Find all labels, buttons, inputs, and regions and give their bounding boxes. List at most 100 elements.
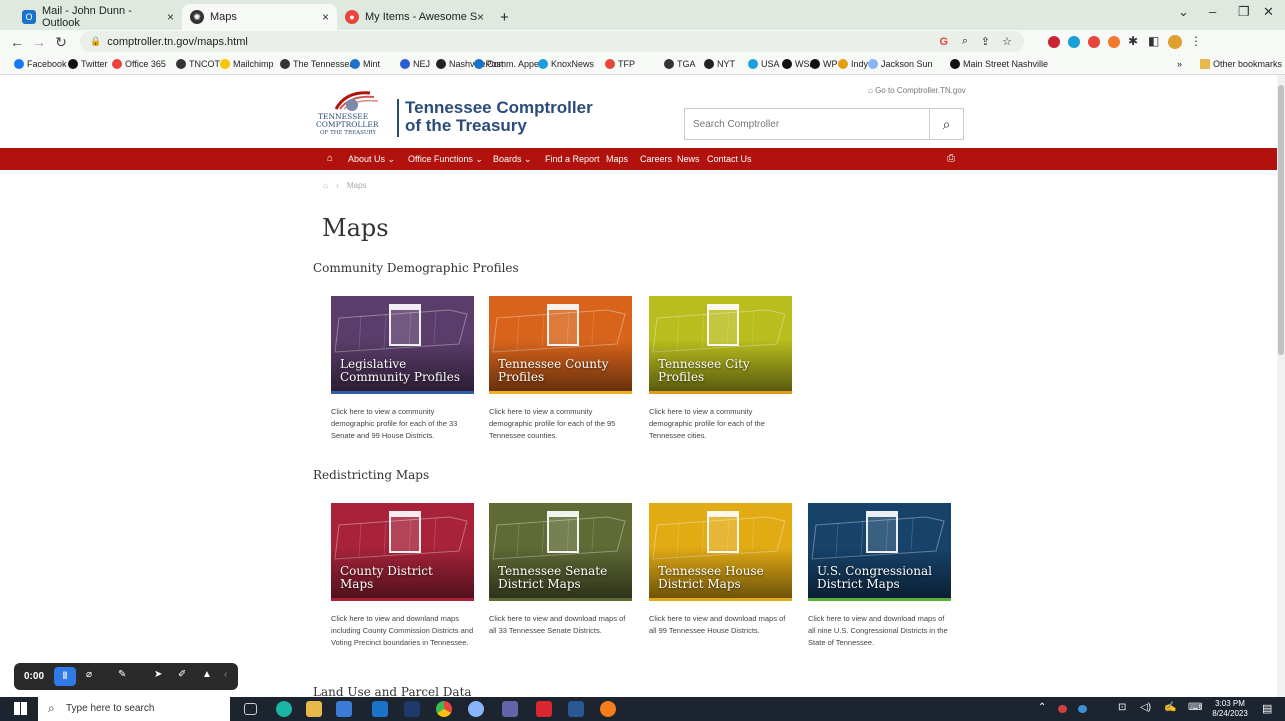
extension-icon[interactable]	[1108, 36, 1120, 48]
side-panel-icon[interactable]: ◧	[1148, 34, 1159, 48]
reload-icon[interactable]: ↻	[50, 34, 72, 51]
card-description[interactable]: Click here to view a community demograph…	[331, 406, 476, 442]
extension-icon[interactable]	[1088, 36, 1100, 48]
bookmark-mint[interactable]: Mint	[350, 59, 380, 69]
highlighter-tool-icon[interactable]: ▲	[202, 669, 212, 680]
back-icon[interactable]: ←	[6, 34, 28, 50]
card-description[interactable]: Click here to view and downland maps inc…	[331, 613, 476, 649]
map-card-legislative-community-profiles[interactable]: Legislative Community Profiles	[331, 296, 474, 394]
bookmark-comm-appeal[interactable]: Comm. Appeal	[474, 59, 546, 69]
search-icon[interactable]: ⌕	[929, 109, 963, 139]
go-to-comptroller-link[interactable]: ⌂ Go to Comptroller.TN.gov	[868, 86, 966, 95]
bookmark-knoxnews[interactable]: KnoxNews	[538, 59, 594, 69]
camera-off-icon[interactable]: ⌀	[86, 669, 92, 680]
map-card-tennessee-senate-district-maps[interactable]: Tennessee Senate District Maps	[489, 503, 632, 601]
pause-button[interactable]: ‖	[54, 667, 76, 686]
word-icon[interactable]	[568, 701, 584, 717]
bookmark-nyt[interactable]: NYT	[704, 59, 735, 69]
bookmark-indy[interactable]: Indy	[838, 59, 868, 69]
bookmark-tga[interactable]: TGA	[664, 59, 696, 69]
map-card-county-district-maps[interactable]: County District Maps	[331, 503, 474, 601]
map-card-tennessee-city-profiles[interactable]: Tennessee City Profiles	[649, 296, 792, 394]
bookmark-office-365[interactable]: Office 365	[112, 59, 166, 69]
profile-avatar[interactable]	[1168, 35, 1182, 49]
bookmark-star-icon[interactable]: ☆	[1002, 35, 1012, 48]
nav-find-a-report[interactable]: Find a Report	[545, 154, 600, 164]
bookmark-nej[interactable]: NEJ	[400, 59, 430, 69]
bookmark-facebook[interactable]: Facebook	[14, 59, 67, 69]
notifications-icon[interactable]: ▤	[1262, 702, 1272, 715]
extensions-puzzle-icon[interactable]: ✱	[1128, 34, 1138, 48]
taskbar-search-box[interactable]: ⌕ Type here to search	[38, 697, 230, 721]
breadcrumb-home-icon[interactable]: ⌂	[323, 181, 328, 190]
card-description[interactable]: Click here to view a community demograph…	[649, 406, 794, 442]
nav-office-functions[interactable]: Office Functions ⌄	[408, 154, 483, 165]
tab-search-chevron-icon[interactable]: ⌄	[1178, 4, 1189, 20]
site-search-input[interactable]: Search Comptroller	[693, 119, 779, 130]
nav-boards[interactable]: Boards ⌄	[493, 154, 532, 165]
acrobat-icon[interactable]	[536, 701, 552, 717]
app-icon[interactable]	[468, 701, 484, 717]
nav-careers[interactable]: Careers	[640, 154, 672, 164]
bookmark-mailchimp[interactable]: Mailchimp	[220, 59, 274, 69]
comptroller-logo[interactable]: TENNESSEE COMPTROLLER OF THE TREASURY	[316, 87, 396, 137]
bookmark-twitter[interactable]: Twitter	[68, 59, 108, 69]
card-description[interactable]: Click here to view and download maps of …	[489, 613, 634, 637]
nav-news[interactable]: News	[677, 154, 700, 164]
print-icon[interactable]: ⎙	[947, 153, 955, 164]
bookmark-tfp[interactable]: TFP	[605, 59, 635, 69]
tray-icon[interactable]	[1058, 705, 1067, 713]
nav-contact-us[interactable]: Contact Us	[707, 154, 752, 164]
network-icon[interactable]: ⊡	[1118, 702, 1126, 713]
bookmark-the-tennessean[interactable]: The Tennessean	[280, 59, 359, 69]
bookmark-tncot[interactable]: TNCOT	[176, 59, 220, 69]
edge-icon[interactable]	[276, 701, 292, 717]
photoshop-icon[interactable]	[404, 701, 420, 717]
bookmark-jackson-sun[interactable]: Jackson Sun	[868, 59, 933, 69]
collapse-chevron-icon[interactable]: ‹	[224, 669, 227, 680]
tray-icon[interactable]	[1078, 705, 1087, 713]
nav-home-icon[interactable]: ⌂	[327, 153, 333, 164]
map-card-u-s-congressional-district-maps[interactable]: U.S. Congressional District Maps	[808, 503, 951, 601]
windows-start-icon[interactable]	[14, 702, 27, 715]
zoom-icon[interactable]: ⌕	[962, 35, 968, 48]
chrome-icon[interactable]	[436, 701, 452, 717]
google-lens-icon[interactable]: G	[939, 36, 948, 48]
mic-off-icon[interactable]: ✎	[118, 669, 126, 680]
scrollbar-thumb[interactable]	[1278, 85, 1284, 355]
url-field[interactable]: 🔒 comptroller.tn.gov/maps.html G ⌕ ⇪ ☆	[80, 31, 1024, 52]
teams-icon[interactable]	[502, 701, 518, 717]
bookmark-usa[interactable]: USA	[748, 59, 780, 69]
keyboard-icon[interactable]: ⌨	[1188, 702, 1202, 713]
tab-outlook[interactable]: O Mail - John Dunn - Outlook ×	[14, 4, 182, 30]
window-close-button[interactable]: ✕	[1263, 4, 1274, 20]
other-bookmarks-folder[interactable]: Other bookmarks	[1200, 59, 1282, 69]
bookmarks-overflow-button[interactable]: »	[1177, 59, 1182, 69]
card-description[interactable]: Click here to view and download maps of …	[808, 613, 953, 649]
nav-about-us[interactable]: About Us ⌄	[348, 154, 395, 165]
pen-icon[interactable]: ✍	[1164, 702, 1176, 713]
tray-chevron-icon[interactable]: ⌃	[1038, 702, 1046, 713]
cursor-tool-icon[interactable]: ➤	[154, 669, 162, 680]
map-card-tennessee-county-profiles[interactable]: Tennessee County Profiles	[489, 296, 632, 394]
bookmark-wp[interactable]: WP	[810, 59, 838, 69]
bookmark-main-street-nashville[interactable]: Main Street Nashville	[950, 59, 1048, 69]
extension-icon[interactable]	[1068, 36, 1080, 48]
tab-maps[interactable]: ✺ Maps ×	[182, 4, 337, 30]
card-description[interactable]: Click here to view a community demograph…	[489, 406, 634, 442]
close-icon[interactable]: ×	[167, 10, 174, 24]
site-search-box[interactable]: Search Comptroller ⌕	[684, 108, 964, 140]
volume-icon[interactable]: ◁)	[1140, 702, 1151, 713]
pen-tool-icon[interactable]: ✐	[178, 669, 186, 680]
minimize-button[interactable]: –	[1209, 4, 1216, 19]
taskbar-clock[interactable]: 3:03 PM 8/24/2023	[1210, 699, 1250, 719]
card-description[interactable]: Click here to view and download maps of …	[649, 613, 794, 637]
outlook-taskbar-icon[interactable]	[372, 701, 388, 717]
browser-menu-icon[interactable]: ⋮	[1190, 34, 1202, 48]
restore-button[interactable]: ❐	[1238, 4, 1250, 20]
taskbar-search-input[interactable]: Type here to search	[66, 703, 154, 714]
page-scrollbar[interactable]	[1277, 75, 1285, 697]
map-card-tennessee-house-district-maps[interactable]: Tennessee House District Maps	[649, 503, 792, 601]
site-title[interactable]: Tennessee Comptroller of the Treasury	[397, 99, 593, 137]
extension-icon[interactable]	[1048, 36, 1060, 48]
